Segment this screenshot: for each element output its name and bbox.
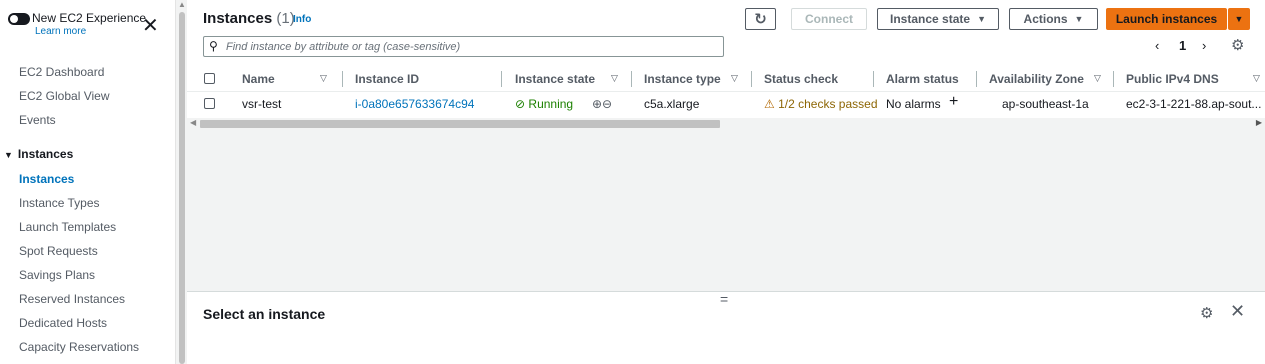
select-all-checkbox[interactable] <box>204 73 215 84</box>
connect-label: Connect <box>805 12 853 26</box>
table-horizontal-scrollbar[interactable]: ◀ ▶ <box>187 118 1265 129</box>
actions-button[interactable]: Actions ▼ <box>1009 8 1098 30</box>
table-row[interactable]: vsr-test i-0a80e657633674c94 ⊘ Running ⊕… <box>187 92 1265 116</box>
column-header-instance-type[interactable]: Instance type <box>644 72 721 86</box>
actions-label: Actions <box>1023 12 1068 26</box>
instance-id-link[interactable]: i-0a80e657633674c94 <box>355 97 474 111</box>
sidebar-item-events[interactable]: Events <box>19 113 56 127</box>
new-experience-toggle[interactable] <box>8 13 30 25</box>
caret-down-icon: ▼ <box>977 14 986 24</box>
cell-status-check[interactable]: ⚠ 1/2 checks passed <box>764 97 878 111</box>
add-alarm-icon[interactable]: + <box>949 93 958 111</box>
cell-availability-zone: ap-southeast-1a <box>1002 97 1089 111</box>
main-panel: Instances (1) Info ↻ Connect Instance st… <box>187 0 1265 364</box>
search-icon: ⚲ <box>209 39 218 53</box>
sidebar: New EC2 Experience Learn more ✕ EC2 Dash… <box>0 0 175 364</box>
column-divider[interactable] <box>1113 71 1114 87</box>
sidebar-section-instances[interactable]: ▼ Instances <box>4 147 73 161</box>
column-header-name[interactable]: Name <box>242 72 275 86</box>
sort-icon[interactable]: ▽ <box>1253 73 1260 84</box>
sidebar-item-ec2-global-view[interactable]: EC2 Global View <box>19 89 110 103</box>
column-header-instance-id[interactable]: Instance ID <box>355 72 419 86</box>
sidebar-item-launch-templates[interactable]: Launch Templates <box>19 220 116 234</box>
column-divider[interactable] <box>976 71 977 87</box>
next-page-icon[interactable]: › <box>1202 38 1206 53</box>
sort-icon[interactable]: ▽ <box>320 73 327 84</box>
prev-page-icon[interactable]: ‹ <box>1155 38 1159 53</box>
column-header-public-ipv4-dns[interactable]: Public IPv4 DNS <box>1126 72 1219 86</box>
caret-down-icon: ▼ <box>1234 14 1244 24</box>
column-divider[interactable] <box>631 71 632 87</box>
sidebar-item-dedicated-hosts[interactable]: Dedicated Hosts <box>19 316 107 330</box>
sort-icon[interactable]: ▽ <box>611 73 618 84</box>
sidebar-scrollbar[interactable]: ▲ <box>175 0 187 364</box>
column-divider[interactable] <box>751 71 752 87</box>
sidebar-item-spot-requests[interactable]: Spot Requests <box>19 244 98 258</box>
launch-instances-dropdown[interactable]: ▼ <box>1228 8 1250 30</box>
sidebar-item-instance-types[interactable]: Instance Types <box>19 196 100 210</box>
scroll-left-icon[interactable]: ◀ <box>190 118 196 127</box>
resize-handle-icon[interactable]: = <box>720 291 728 307</box>
sidebar-item-ec2-dashboard[interactable]: EC2 Dashboard <box>19 65 104 79</box>
check-circle-icon: ⊘ <box>515 97 526 111</box>
refresh-icon: ↻ <box>754 11 767 28</box>
panel-settings-gear-icon[interactable]: ⚙ <box>1200 304 1213 322</box>
sidebar-scrollbar-thumb[interactable] <box>179 12 185 364</box>
new-experience-label: New EC2 Experience <box>32 11 147 25</box>
cell-name: vsr-test <box>242 97 282 111</box>
row-checkbox[interactable] <box>204 98 215 109</box>
table-scrollbar-thumb[interactable] <box>200 120 720 128</box>
column-header-alarm-status[interactable]: Alarm status <box>886 72 959 86</box>
panel-close-icon[interactable]: ✕ <box>1230 301 1245 322</box>
info-link[interactable]: Info <box>293 14 311 25</box>
refresh-button[interactable]: ↻ <box>745 8 776 30</box>
column-header-status-check[interactable]: Status check <box>764 72 838 86</box>
close-icon[interactable]: ✕ <box>142 16 159 36</box>
status-check-label: 1/2 checks passed <box>778 97 878 111</box>
cell-public-dns: ec2-3-1-221-88.ap-sout... <box>1126 97 1262 111</box>
cell-alarm-status: No alarms <box>886 97 941 111</box>
scroll-right-icon[interactable]: ▶ <box>1256 118 1262 127</box>
cell-instance-state: ⊘ Running <box>515 97 573 111</box>
column-divider[interactable] <box>342 71 343 87</box>
instance-count: (1) <box>276 10 295 27</box>
connect-button[interactable]: Connect <box>791 8 867 30</box>
split-panel-background <box>187 129 1265 291</box>
launch-instances-button[interactable]: Launch instances <box>1106 8 1227 30</box>
sidebar-item-reserved-instances[interactable]: Reserved Instances <box>19 292 125 306</box>
scroll-up-icon[interactable]: ▲ <box>178 0 186 9</box>
table-header: Name ▽ Instance ID Instance state ▽ Inst… <box>187 66 1265 92</box>
sort-icon[interactable]: ▽ <box>731 73 738 84</box>
page-title-text: Instances <box>203 10 273 27</box>
sidebar-section-label: Instances <box>17 147 74 161</box>
column-divider[interactable] <box>873 71 874 87</box>
column-header-instance-state[interactable]: Instance state <box>515 72 595 86</box>
learn-more-link[interactable]: Learn more <box>35 26 86 37</box>
caret-down-icon: ▼ <box>1074 14 1084 24</box>
sidebar-item-instances[interactable]: Instances <box>19 172 74 186</box>
cell-instance-type: c5a.xlarge <box>644 97 700 111</box>
search-input[interactable] <box>226 39 716 54</box>
warning-icon: ⚠ <box>764 97 775 111</box>
column-divider[interactable] <box>501 71 502 87</box>
page-title: Instances (1) <box>203 10 295 27</box>
running-label: Running <box>528 97 574 111</box>
new-experience-toggle-row: New EC2 Experience Learn more ✕ <box>8 10 168 40</box>
page-number[interactable]: 1 <box>1179 38 1186 53</box>
instance-state-label: Instance state <box>890 12 971 26</box>
instance-state-button[interactable]: Instance state ▼ <box>877 8 999 30</box>
details-panel-title: Select an instance <box>203 306 326 322</box>
sort-icon[interactable]: ▽ <box>1094 73 1101 84</box>
launch-instances-label: Launch instances <box>1115 12 1218 26</box>
settings-gear-icon[interactable]: ⚙ <box>1231 36 1244 54</box>
sidebar-item-savings-plans[interactable]: Savings Plans <box>19 268 95 282</box>
details-split-panel: = Select an instance ⚙ ✕ <box>187 291 1265 364</box>
caret-down-icon: ▼ <box>4 150 13 160</box>
search-field[interactable]: ⚲ <box>203 36 724 57</box>
zoom-in-out-icon[interactable]: ⊕⊖ <box>592 97 612 111</box>
sidebar-item-capacity-reservations[interactable]: Capacity Reservations <box>19 340 139 354</box>
column-header-availability-zone[interactable]: Availability Zone <box>989 72 1084 86</box>
